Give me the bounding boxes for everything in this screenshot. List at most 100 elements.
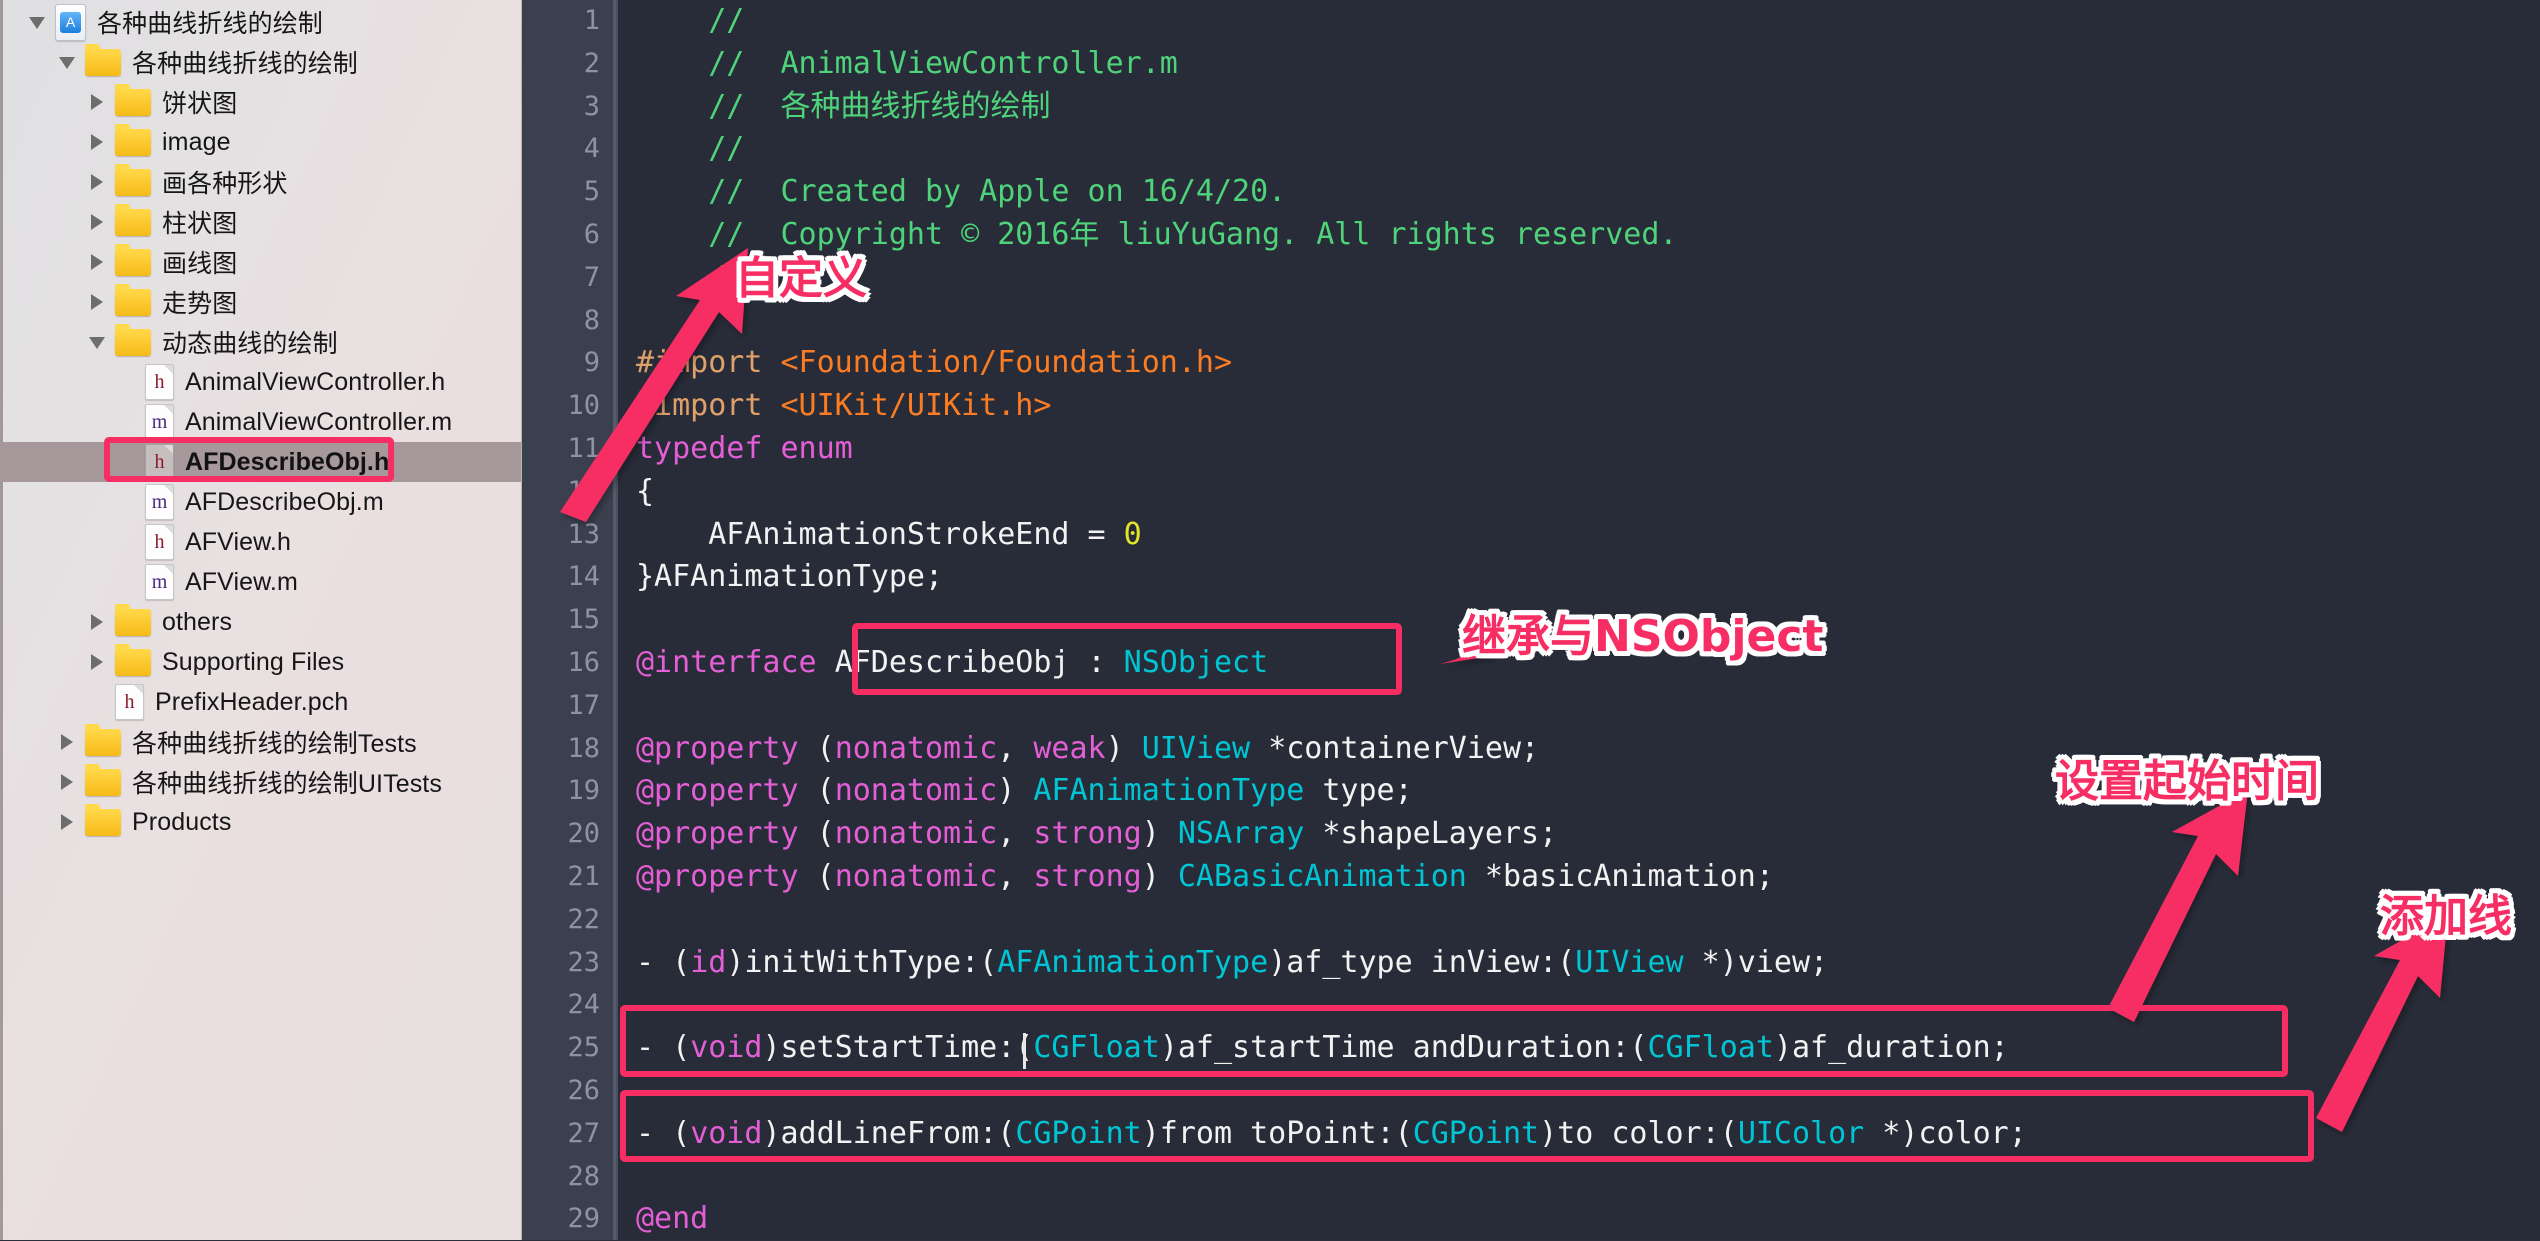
line-number[interactable]: 24: [522, 984, 616, 1027]
line-number[interactable]: 15: [522, 599, 616, 642]
navigator-item[interactable]: h AFView.h: [0, 522, 521, 562]
chevron-right-icon[interactable]: [58, 812, 78, 832]
source-code[interactable]: // // AnimalViewController.m // 各种曲线折线的绘…: [618, 0, 2540, 1240]
line-number[interactable]: 29: [522, 1198, 616, 1241]
chevron-right-icon[interactable]: [88, 212, 108, 232]
chevron-right-icon[interactable]: [58, 772, 78, 792]
line-number[interactable]: 1: [522, 0, 616, 43]
navigator-item[interactable]: A 各种曲线折线的绘制: [0, 2, 521, 42]
navigator-item[interactable]: h AnimalViewController.h: [0, 362, 521, 402]
line-number[interactable]: 20: [522, 813, 616, 856]
navigator-item-list[interactable]: A 各种曲线折线的绘制 各种曲线折线的绘制 饼状图 image 画各种形状 柱状图 画线图 走势…: [0, 0, 521, 842]
code-line[interactable]: @end: [636, 1198, 2540, 1240]
line-number[interactable]: 11: [522, 428, 616, 471]
line-number[interactable]: 9: [522, 342, 616, 385]
chevron-right-icon[interactable]: [88, 652, 108, 672]
code-line[interactable]: @property (nonatomic, strong) NSArray *s…: [636, 813, 2540, 856]
code-line[interactable]: [636, 1070, 2540, 1113]
chevron-right-icon[interactable]: [88, 92, 108, 112]
code-line[interactable]: [636, 300, 2540, 343]
code-line[interactable]: - (id)initWithType:(AFAnimationType)af_t…: [636, 942, 2540, 985]
navigator-item[interactable]: 画线图: [0, 242, 521, 282]
code-line[interactable]: }AFAnimationType;: [636, 556, 2540, 599]
navigator-item[interactable]: h AFDescribeObj.h: [0, 442, 521, 482]
code-line[interactable]: @interface AFDescribeObj : NSObject: [636, 642, 2540, 685]
navigator-item[interactable]: 各种曲线折线的绘制UITests: [0, 762, 521, 802]
navigator-item[interactable]: 走势图: [0, 282, 521, 322]
navigator-item[interactable]: others: [0, 602, 521, 642]
code-line[interactable]: @property (nonatomic, weak) UIView *cont…: [636, 728, 2540, 771]
line-number[interactable]: 13: [522, 514, 616, 557]
code-line[interactable]: #import <UIKit/UIKit.h>: [636, 385, 2540, 428]
line-number[interactable]: 14: [522, 556, 616, 599]
line-number[interactable]: 18: [522, 728, 616, 771]
navigator-item[interactable]: Products: [0, 802, 521, 842]
code-line[interactable]: [636, 984, 2540, 1027]
code-line[interactable]: AFAnimationStrokeEnd = 0: [636, 514, 2540, 557]
code-line[interactable]: // AnimalViewController.m: [636, 43, 2540, 86]
chevron-right-icon[interactable]: [58, 732, 78, 752]
line-number[interactable]: 8: [522, 300, 616, 343]
project-navigator[interactable]: A 各种曲线折线的绘制 各种曲线折线的绘制 饼状图 image 画各种形状 柱状图 画线图 走势…: [0, 0, 522, 1240]
chevron-right-icon[interactable]: [88, 252, 108, 272]
code-line[interactable]: typedef enum: [636, 428, 2540, 471]
chevron-down-icon[interactable]: [58, 52, 78, 72]
code-line[interactable]: // 各种曲线折线的绘制: [636, 86, 2540, 129]
navigator-item[interactable]: 柱状图: [0, 202, 521, 242]
navigator-item[interactable]: 各种曲线折线的绘制: [0, 42, 521, 82]
line-number[interactable]: 23: [522, 942, 616, 985]
navigator-item[interactable]: 饼状图: [0, 82, 521, 122]
navigator-item[interactable]: Supporting Files: [0, 642, 521, 682]
line-number[interactable]: 2: [522, 43, 616, 86]
chevron-down-icon[interactable]: [88, 332, 108, 352]
chevron-right-icon[interactable]: [88, 132, 108, 152]
code-line[interactable]: - (void)addLineFrom:(CGPoint)from toPoin…: [636, 1113, 2540, 1156]
line-number[interactable]: 16: [522, 642, 616, 685]
code-line[interactable]: - (void)setStartTime:(CGFloat)af_startTi…: [636, 1027, 2540, 1070]
line-number[interactable]: 25: [522, 1027, 616, 1070]
code-line[interactable]: [636, 1156, 2540, 1199]
code-line[interactable]: @property (nonatomic) AFAnimationType ty…: [636, 770, 2540, 813]
code-line[interactable]: {: [636, 471, 2540, 514]
code-token: @property: [636, 858, 817, 894]
line-number[interactable]: 19: [522, 770, 616, 813]
code-line[interactable]: [636, 685, 2540, 728]
line-number[interactable]: 17: [522, 685, 616, 728]
line-number[interactable]: 7: [522, 257, 616, 300]
code-line[interactable]: // Copyright © 2016年 liuYuGang. All righ…: [636, 214, 2540, 257]
line-number-gutter[interactable]: 1 2 3 4 5 6 7 8 9 10 11 12 13 14 15 16 17 18 19 20 21 22 23 24 2…: [522, 0, 618, 1240]
code-line[interactable]: [636, 899, 2540, 942]
chevron-down-icon[interactable]: [28, 12, 48, 32]
navigator-item[interactable]: m AFDescribeObj.m: [0, 482, 521, 522]
code-line[interactable]: //: [636, 0, 2540, 43]
line-number[interactable]: 26: [522, 1070, 616, 1113]
code-line[interactable]: @property (nonatomic, strong) CABasicAni…: [636, 856, 2540, 899]
navigator-item[interactable]: m AFView.m: [0, 562, 521, 602]
navigator-item[interactable]: 各种曲线折线的绘制Tests: [0, 722, 521, 762]
line-number[interactable]: 28: [522, 1156, 616, 1199]
code-line[interactable]: //: [636, 257, 2540, 300]
navigator-item[interactable]: 动态曲线的绘制: [0, 322, 521, 362]
navigator-item[interactable]: m AnimalViewController.m: [0, 402, 521, 442]
chevron-right-icon[interactable]: [88, 172, 108, 192]
navigator-item[interactable]: h PrefixHeader.pch: [0, 682, 521, 722]
chevron-right-icon[interactable]: [88, 612, 108, 632]
line-number[interactable]: 3: [522, 86, 616, 129]
line-number[interactable]: 22: [522, 899, 616, 942]
line-number[interactable]: 6: [522, 214, 616, 257]
line-number[interactable]: 5: [522, 171, 616, 214]
code-line[interactable]: //: [636, 128, 2540, 171]
line-number[interactable]: 12: [522, 471, 616, 514]
line-number[interactable]: 27: [522, 1113, 616, 1156]
navigator-item[interactable]: image: [0, 122, 521, 162]
code-line[interactable]: #import <Foundation/Foundation.h>: [636, 342, 2540, 385]
code-line[interactable]: [636, 599, 2540, 642]
line-number[interactable]: 4: [522, 128, 616, 171]
line-number[interactable]: 21: [522, 856, 616, 899]
code-line[interactable]: // Created by Apple on 16/4/20.: [636, 171, 2540, 214]
code-token: AFDescribeObj :: [834, 644, 1124, 680]
line-number[interactable]: 10: [522, 385, 616, 428]
navigator-item[interactable]: 画各种形状: [0, 162, 521, 202]
chevron-right-icon[interactable]: [88, 292, 108, 312]
source-editor[interactable]: // // AnimalViewController.m // 各种曲线折线的绘…: [618, 0, 2540, 1240]
